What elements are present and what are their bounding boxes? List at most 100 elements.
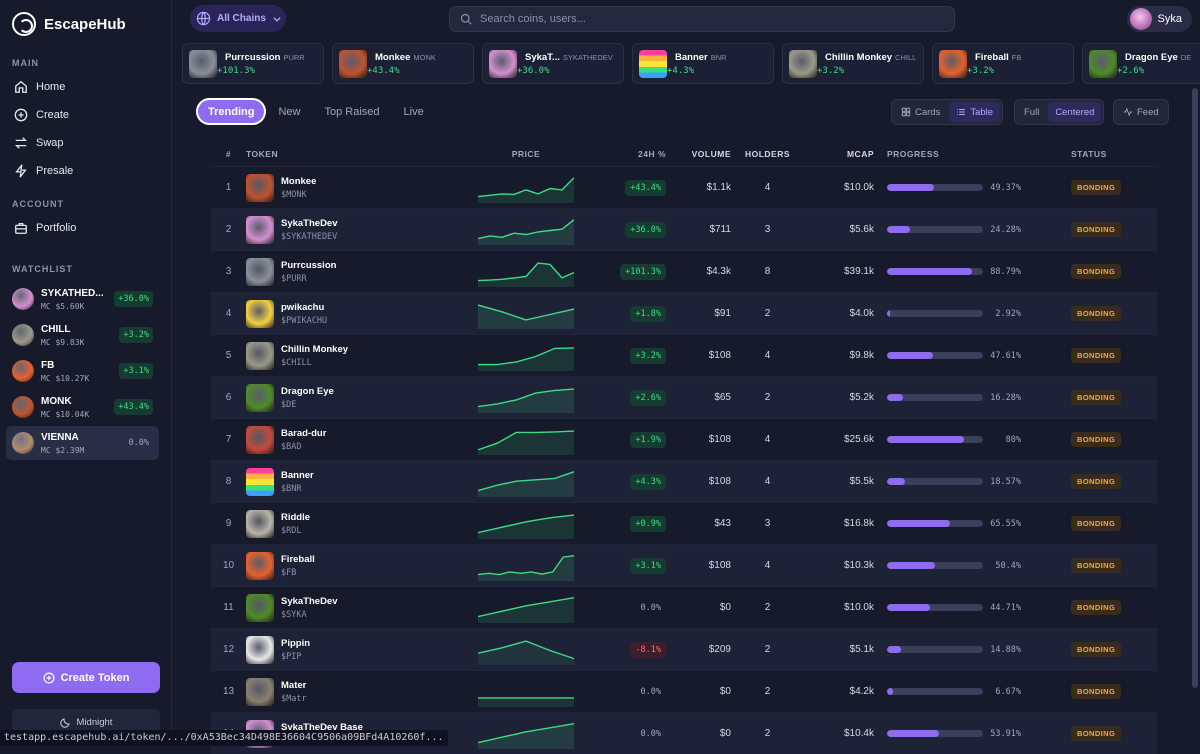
token-cell[interactable]: Fireball $FB [246,551,471,580]
token-cell[interactable]: pwikachu $PWIKACHU [246,299,471,328]
table-row[interactable]: 1 Monkee $MONK +43.4% $1.1k 4 $10.0k 49.37% BOND… [211,166,1157,208]
token-cell[interactable]: Mater $Matr [246,677,471,706]
ticker-item[interactable]: SykaT... SYKATHEDEV +36.0% [482,43,624,84]
nav-home-label: Home [36,81,66,93]
price-sparkline-cell [471,173,581,203]
ticker-item[interactable]: Purrcussion PURR +101.3% [182,43,324,84]
ticker-item[interactable]: Dragon Eye DE +2.6% [1082,43,1200,84]
change-cell: 0.0% [581,726,666,742]
token-cell[interactable]: SykaTheDev $SYKA [246,593,471,622]
col-status[interactable]: STATUS [1034,149,1157,159]
table-row[interactable]: 10 Fireball $FB +3.1% $108 4 $10.3k 50.4% BONDIN… [211,544,1157,586]
col-token[interactable]: TOKEN [246,149,471,159]
user-menu[interactable]: Syka [1126,6,1192,32]
status-bar-url: testapp.escapehub.ai/token/.../0xA53Bec3… [0,730,448,746]
ticker-item[interactable]: Chillin Monkey CHILL +3.2% [782,43,924,84]
col-num[interactable]: # [211,149,246,159]
token-cell[interactable]: Chillin Monkey $CHILL [246,341,471,370]
briefcase-icon [15,222,27,234]
watchlist-item[interactable]: FB MC $10.27K +3.1% [6,354,159,388]
nav-portfolio[interactable]: Portfolio [14,218,76,238]
ticker-text: Monkee MONK +43.4% [367,52,436,76]
col-change[interactable]: 24H % [581,149,666,159]
status-badge: BONDING [1071,348,1122,363]
ticker-item[interactable]: Monkee MONK +43.4% [332,43,474,84]
feed-button[interactable]: Feed [1116,102,1166,122]
watchlist-item[interactable]: CHILL MC $9.83K +3.2% [6,318,159,352]
progress-cell: 80% [874,435,1034,445]
view-cards-button[interactable]: Cards [894,102,947,122]
col-price[interactable]: PRICE [471,149,581,159]
nav-swap[interactable]: Swap [14,133,64,153]
scrollbar[interactable] [1190,88,1200,746]
token-cell[interactable]: Purrcussion $PURR [246,257,471,286]
watchlist-item[interactable]: VIENNA MC $2.39M 0.0% [6,426,159,460]
table-row[interactable]: 8 Banner $BNR +4.3% $108 4 $5.5k 18.57% BONDING [211,460,1157,502]
progress-fill [887,268,973,275]
watchlist-item[interactable]: SYKATHED... MC $5.60K +36.0% [6,282,159,316]
nav-home[interactable]: Home [14,77,65,97]
mcap-cell: $10.3k [843,560,874,571]
col-holders[interactable]: HOLDERS [731,149,804,159]
table-row[interactable]: 13 Mater $Matr 0.0% $0 2 $4.2k 6.67% BONDING [211,670,1157,712]
table-row[interactable]: 3 Purrcussion $PURR +101.3% $4.3k 8 $39.1k 88.7… [211,250,1157,292]
table-row[interactable]: 11 SykaTheDev $SYKA 0.0% $0 2 $10.0k 44.71% BOND… [211,586,1157,628]
chain-selector[interactable]: All Chains [190,5,286,32]
ticker-symbol: PURR [283,52,305,62]
nav-presale[interactable]: Presale [14,161,73,181]
mcap-cell: $10.4k [843,728,874,739]
tab-top-raised[interactable]: Top Raised [312,98,391,125]
ticker-token-name: Monkee [375,51,411,63]
volume-cell: $1.1k [706,182,731,193]
progress-fill [887,394,903,401]
holders-cell: 3 [764,224,771,235]
table-row[interactable]: 2 SykaTheDev $SYKATHEDEV +36.0% $711 3 $5.6k 24… [211,208,1157,250]
view-cards-label: Cards [915,106,941,118]
token-cell[interactable]: Riddle $RDL [246,509,471,538]
col-progress[interactable]: PROGRESS [874,149,1034,159]
token-cell[interactable]: Pippin $PIP [246,635,471,664]
scrollbar-thumb[interactable] [1192,88,1198,688]
table-row[interactable]: 12 Pippin $PIP -8.1% $209 2 $5.1k 14.88% BONDING [211,628,1157,670]
layout-centered-button[interactable]: Centered [1048,102,1102,122]
table-row[interactable]: 5 Chillin Monkey $CHILL +3.2% $108 4 $9.8k 47.6… [211,334,1157,376]
ticker-item[interactable]: Fireball FB +3.2% [932,43,1074,84]
price-sparkline-cell [471,593,581,623]
tab-trending[interactable]: Trending [196,98,267,125]
ticker-text: SykaT... SYKATHEDEV +36.0% [517,52,613,76]
progress-bar [887,688,983,695]
watchlist-item[interactable]: MONK MC $10.04K +43.4% [6,390,159,424]
col-volume[interactable]: VOLUME [666,149,731,159]
col-mcap[interactable]: MCAP [804,149,874,159]
token-cell[interactable]: Dragon Eye $DE [246,383,471,412]
row-rank: 12 [222,644,235,655]
layout-full-button[interactable]: Full [1017,102,1046,122]
table-row[interactable]: 6 Dragon Eye $DE +2.6% $65 2 $5.2k 16.28% BONDIN… [211,376,1157,418]
table-row[interactable]: 4 pwikachu $PWIKACHU +1.8% $91 2 $4.0k 2.92% BON… [211,292,1157,334]
token-cell[interactable]: Barad-dur $BAD [246,425,471,454]
plus-circle-icon [14,108,28,122]
tab-new[interactable]: New [266,98,312,125]
search-input[interactable]: Search coins, users... [449,6,955,32]
token-symbol: $SYKA [281,609,307,620]
volume-cell: $108 [708,434,731,445]
create-token-button[interactable]: Create Token [12,662,160,693]
token-image [789,49,817,78]
tab-live[interactable]: Live [392,98,436,125]
sparkline-area [478,471,574,497]
token-avatar [12,288,34,310]
progress-cell: 53.91% [874,729,1034,739]
app-logo[interactable]: EscapeHub [12,12,126,36]
token-cell[interactable]: Monkee $MONK [246,173,471,202]
progress-cell: 49.37% [874,183,1034,193]
sparkline-area [478,697,574,707]
status-cell: BONDING [1034,684,1157,699]
token-symbol: $BNR [281,483,302,494]
table-row[interactable]: 9 Riddle $RDL +0.9% $43 3 $16.8k 65.55% BONDING [211,502,1157,544]
table-row[interactable]: 7 Barad-dur $BAD +1.9% $108 4 $25.6k 80% BONDING [211,418,1157,460]
view-table-button[interactable]: Table [949,102,1001,122]
nav-create[interactable]: Create [14,105,69,125]
token-cell[interactable]: SykaTheDev $SYKATHEDEV [246,215,471,244]
token-cell[interactable]: Banner $BNR [246,467,471,496]
ticker-item[interactable]: Banner BNR +4.3% [632,43,774,84]
